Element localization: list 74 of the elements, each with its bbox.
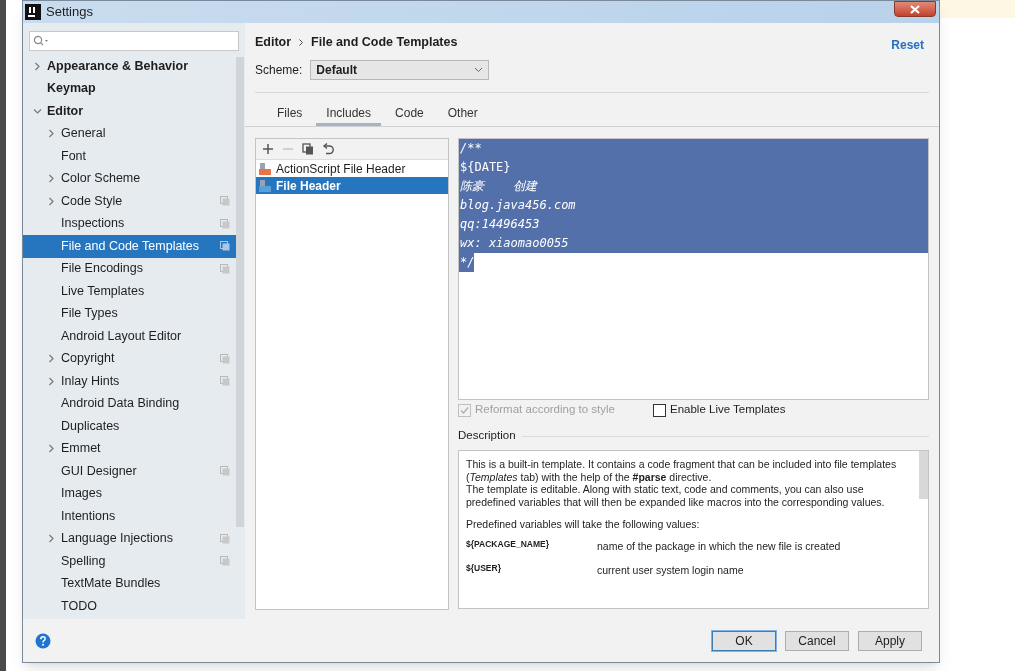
description-text: The template is editable. Along with static text, code and comments, you can also use predefined variables that will then be expanded like macros into the corresponding values. [466, 483, 886, 509]
chevron-right-icon[interactable] [47, 534, 56, 544]
tree-item[interactable]: Inspections [23, 212, 236, 235]
variable-description: name of the package in which the new file is created [597, 539, 841, 552]
tree-item[interactable]: TextMate Bundles [23, 572, 236, 595]
chevron-right-icon [299, 38, 304, 46]
tab[interactable]: Other [437, 102, 488, 126]
window-title: Settings [46, 3, 93, 22]
tree-item[interactable]: Color Scheme [23, 167, 236, 190]
tree-item[interactable]: Android Layout Editor [23, 325, 236, 348]
template-editor[interactable]: /** ${DATE} 陈豪 创建 blog.java456.com qq:14496453 wx: xiaomao0055 */ [458, 138, 929, 400]
tree-item[interactable]: Appearance & Behavior [23, 55, 236, 78]
add-icon[interactable] [262, 143, 274, 155]
template-item[interactable]: File Header [256, 177, 448, 194]
copy-icon[interactable] [302, 143, 314, 155]
tab[interactable]: Code [385, 102, 434, 126]
tree-item[interactable]: Intentions [23, 505, 236, 528]
variable-name: ${PACKAGE_NAME} [466, 537, 550, 550]
dialog-button[interactable]: Cancel [785, 630, 849, 651]
tree-item[interactable]: Language Injections [23, 527, 236, 550]
chevron-right-icon[interactable] [33, 61, 42, 71]
close-button[interactable] [894, 1, 936, 17]
breadcrumb-item[interactable]: File and Code Templates [311, 32, 458, 52]
tree-item[interactable]: Live Templates [23, 280, 236, 303]
description-text: This is a built-in template. It contains a code fragment that can be included into file templates (Templates tab) with the help of the #parse directive. [466, 458, 898, 484]
tree-item[interactable]: TODO [23, 595, 236, 618]
checkbox-icon[interactable] [653, 403, 666, 417]
dialog-button[interactable]: OK [712, 630, 776, 651]
description-text: Predefined variables will take the following values: [466, 518, 701, 531]
chevron-right-icon[interactable] [47, 444, 56, 454]
chevron-right-icon[interactable] [47, 129, 56, 139]
tree-item[interactable]: File Encodings [23, 257, 236, 280]
chevron-right-icon[interactable] [47, 174, 56, 184]
chevron-down-icon[interactable] [33, 106, 42, 116]
app-icon [25, 4, 41, 20]
reset-link[interactable]: Reset [891, 35, 924, 54]
tree-item[interactable]: File and Code Templates [23, 235, 236, 258]
tree-item[interactable]: GUI Designer [23, 460, 236, 483]
file-icon [258, 161, 272, 176]
scheme-label: Scheme: [255, 62, 303, 79]
template-item[interactable]: ActionScript File Header [256, 160, 448, 177]
tree-item[interactable]: Copyright [23, 347, 236, 370]
search-icon [33, 35, 49, 47]
help-icon[interactable] [35, 632, 51, 649]
checkbox[interactable]: Enable Live Templates [653, 401, 786, 419]
section-title: Description [458, 428, 516, 444]
chevron-right-icon[interactable] [47, 354, 56, 364]
tree-item[interactable]: Font [23, 145, 236, 168]
tree-item[interactable]: Keymap [23, 77, 236, 100]
tree-item[interactable]: General [23, 122, 236, 145]
chevron-right-icon[interactable] [47, 196, 56, 206]
breadcrumb-item[interactable]: Editor [255, 32, 292, 52]
tab[interactable]: Files [267, 102, 313, 126]
chevron-right-icon[interactable] [47, 376, 56, 386]
variable-name: ${USER} [466, 561, 502, 574]
tree-item[interactable]: File Types [23, 302, 236, 325]
search-field[interactable] [29, 31, 239, 51]
tree-item[interactable]: Inlay Hints [23, 370, 236, 393]
tree-item[interactable]: Code Style [23, 190, 236, 213]
close-icon [910, 4, 920, 14]
chevron-down-icon [474, 67, 484, 73]
scrollbar-thumb[interactable] [919, 451, 928, 499]
tree-item[interactable]: Editor [23, 100, 236, 123]
scheme-dropdown[interactable]: Default [310, 60, 490, 80]
dialog-button[interactable]: Apply [858, 630, 922, 651]
tree-item[interactable]: Android Data Binding [23, 392, 236, 415]
tree-item[interactable]: Images [23, 482, 236, 505]
undo-icon[interactable] [322, 143, 334, 155]
scrollbar-thumb[interactable] [236, 57, 244, 527]
tree-item[interactable]: Duplicates [23, 415, 236, 438]
variable-description: current user system login name [597, 563, 744, 576]
tree-item[interactable]: Spelling [23, 550, 236, 573]
file-icon [258, 178, 272, 193]
tree-item[interactable]: Emmet [23, 437, 236, 460]
